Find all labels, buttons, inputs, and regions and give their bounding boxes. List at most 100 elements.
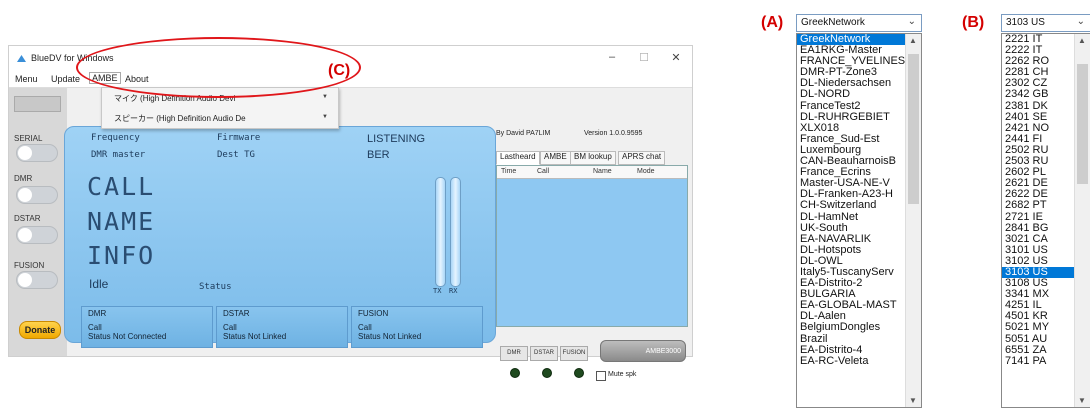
frequency-label: Frequency — [91, 133, 140, 143]
close-button[interactable]: ✕ — [667, 51, 685, 64]
serial-toggle[interactable] — [16, 144, 58, 162]
dstar-toggle[interactable] — [16, 226, 58, 244]
ber-label: BER — [367, 149, 390, 161]
dest-tg-label: Dest TG — [217, 150, 255, 160]
scroll-thumb[interactable] — [908, 54, 919, 204]
network-list-item[interactable]: Brazil — [797, 334, 921, 345]
call-display: CALL — [87, 172, 156, 201]
network-list-item[interactable]: GreekNetwork — [797, 34, 921, 46]
rx-label: RX — [449, 287, 458, 295]
network-list-item[interactable]: DL-Hotspots — [797, 245, 921, 256]
network-list-item[interactable]: FranceTest2 — [797, 101, 921, 112]
menu-menu[interactable]: Menu — [15, 74, 38, 84]
fusion-led — [574, 368, 584, 378]
scroll-up-icon[interactable]: ▲ — [909, 36, 917, 45]
tab-lastheard[interactable]: Lastheard — [496, 151, 540, 165]
network-list-item[interactable]: DL-RUHRGEBIET — [797, 112, 921, 123]
network-list-item[interactable]: France_Ecrins — [797, 167, 921, 178]
dmr-call: Call — [88, 323, 102, 332]
app-logo-icon — [17, 55, 26, 62]
grid-header: Time Call Name Mode — [497, 166, 687, 179]
scroll-thumb[interactable] — [1077, 64, 1088, 184]
mode-fusion-button[interactable]: FUSION — [560, 346, 588, 361]
network-list-item[interactable]: EA-Distrito-4 — [797, 345, 921, 356]
idle-label: Idle — [89, 277, 109, 291]
dropdown-arrow-icon: ▼ — [322, 114, 328, 120]
network-list-item[interactable]: EA-NAVARLIK — [797, 234, 921, 245]
scroll-down-icon[interactable]: ▼ — [1078, 396, 1086, 405]
network-scrollbar[interactable]: ▲ ▼ — [905, 34, 921, 407]
network-list-item[interactable]: EA-RC-Veleta — [797, 356, 921, 367]
version-label: Version 1.0.0.9595 — [584, 130, 643, 137]
chevron-down-icon: ⌄ — [1076, 16, 1085, 27]
annotation-b: (B) — [962, 14, 985, 31]
maximize-button[interactable]: ☐ — [635, 51, 653, 64]
network-list-item[interactable]: DL-Niedersachsen — [797, 78, 921, 89]
network-list-item[interactable]: France_Sud-Est — [797, 134, 921, 145]
fusion-toggle[interactable] — [16, 271, 58, 289]
talkgroup-listbox[interactable]: 2221 IT 2222 IT 2262 RO 2281 CH 2302 CZ 2342 … — [1001, 33, 1090, 408]
dstar-led — [542, 368, 552, 378]
donate-button[interactable]: Donate — [19, 321, 61, 339]
fusion-call: Call — [358, 323, 372, 332]
status-label: Status — [199, 282, 232, 292]
dmr-status: Status Not Connected — [88, 332, 167, 341]
network-list-item[interactable]: DMR-PT-Zone3 — [797, 67, 921, 78]
lastheard-grid[interactable]: Time Call Name Mode — [496, 165, 688, 327]
network-list-item[interactable]: CH-Switzerland — [797, 200, 921, 211]
tx-label: TX — [433, 287, 442, 295]
talkgroup-scrollbar[interactable]: ▲ ▼ — [1074, 34, 1090, 407]
tab-ambe[interactable]: AMBE — [540, 151, 571, 165]
tab-bm-lookup[interactable]: BM lookup — [570, 151, 616, 165]
network-list-item[interactable]: EA-GLOBAL-MAST — [797, 300, 921, 311]
network-list-item[interactable]: DL-HamNet — [797, 212, 921, 223]
network-list-item[interactable]: FRANCE_YVELINES — [797, 56, 921, 67]
tab-aprs-chat[interactable]: APRS chat — [618, 151, 666, 165]
dmr-toggle[interactable] — [16, 186, 58, 204]
dstar-status: Status Not Linked — [223, 332, 287, 341]
speaker-device-select[interactable]: スピーカー (High Definition Audio De ▼ — [102, 108, 338, 127]
network-combo[interactable]: GreekNetwork ⌄ — [796, 14, 922, 32]
network-list-item[interactable]: DL-Franken-A23-H — [797, 189, 921, 200]
col-time: Time — [501, 168, 517, 175]
name-display: NAME — [87, 207, 156, 236]
network-list-item[interactable]: Master-USA-NE-V — [797, 178, 921, 189]
highlight-ellipse — [76, 37, 361, 98]
network-list-item[interactable]: UK-South — [797, 223, 921, 234]
left-panel: SERIAL DMR DSTAR FUSION — [9, 88, 67, 356]
ambe3000-indicator: AMBE3000 — [600, 340, 686, 362]
tx-meter — [435, 177, 446, 287]
rx-meter — [450, 177, 461, 287]
minimize-button[interactable]: – — [603, 51, 621, 63]
port-select[interactable] — [14, 96, 61, 112]
network-listbox[interactable]: GreekNetwork EA1RKG-Master FRANCE_YVELINES… — [796, 33, 922, 408]
mode-dmr-button[interactable]: DMR — [500, 346, 528, 361]
network-list-item[interactable]: BelgiumDongles — [797, 322, 921, 333]
network-list-item[interactable]: EA-Distrito-2 — [797, 278, 921, 289]
scroll-down-icon[interactable]: ▼ — [909, 396, 917, 405]
scroll-up-icon[interactable]: ▲ — [1078, 36, 1086, 45]
talkgroup-combo[interactable]: 3103 US ⌄ — [1001, 14, 1090, 32]
dmr-status-header: DMR — [88, 309, 107, 318]
network-list-item[interactable]: Italy5-TuscanyServ — [797, 267, 921, 278]
mode-dstar-button[interactable]: DSTAR — [530, 346, 558, 361]
chevron-down-icon: ⌄ — [907, 16, 916, 27]
right-panel: By David PA7LIM Version 1.0.0.9595 Lasth… — [496, 118, 692, 381]
dropdown-arrow-icon: ▼ — [322, 94, 328, 100]
fusion-label: FUSION — [14, 261, 45, 270]
author-label: By David PA7LIM — [496, 130, 551, 137]
network-list-item[interactable]: CAN-BeauharnoisB — [797, 156, 921, 167]
network-list-item[interactable]: DL-OWL — [797, 256, 921, 267]
mute-checkbox[interactable] — [596, 371, 606, 381]
network-list-item[interactable]: EA1RKG-Master — [797, 45, 921, 56]
network-list-item[interactable]: XLX018 — [797, 123, 921, 134]
network-list-item[interactable]: DL-NORD — [797, 89, 921, 100]
talkgroup-combo-value: 3103 US — [1006, 17, 1045, 28]
bluedv-window: BlueDV for Windows – ☐ ✕ Menu Update AMB… — [8, 45, 693, 381]
network-list-item[interactable]: BULGARIA — [797, 289, 921, 300]
menu-update[interactable]: Update — [51, 74, 80, 84]
network-list-item[interactable]: Luxembourg — [797, 145, 921, 156]
col-mode: Mode — [637, 168, 655, 175]
fusion-status-box: FUSION Call Status Not Linked — [351, 306, 483, 348]
network-list-item[interactable]: DL-Aalen — [797, 311, 921, 322]
